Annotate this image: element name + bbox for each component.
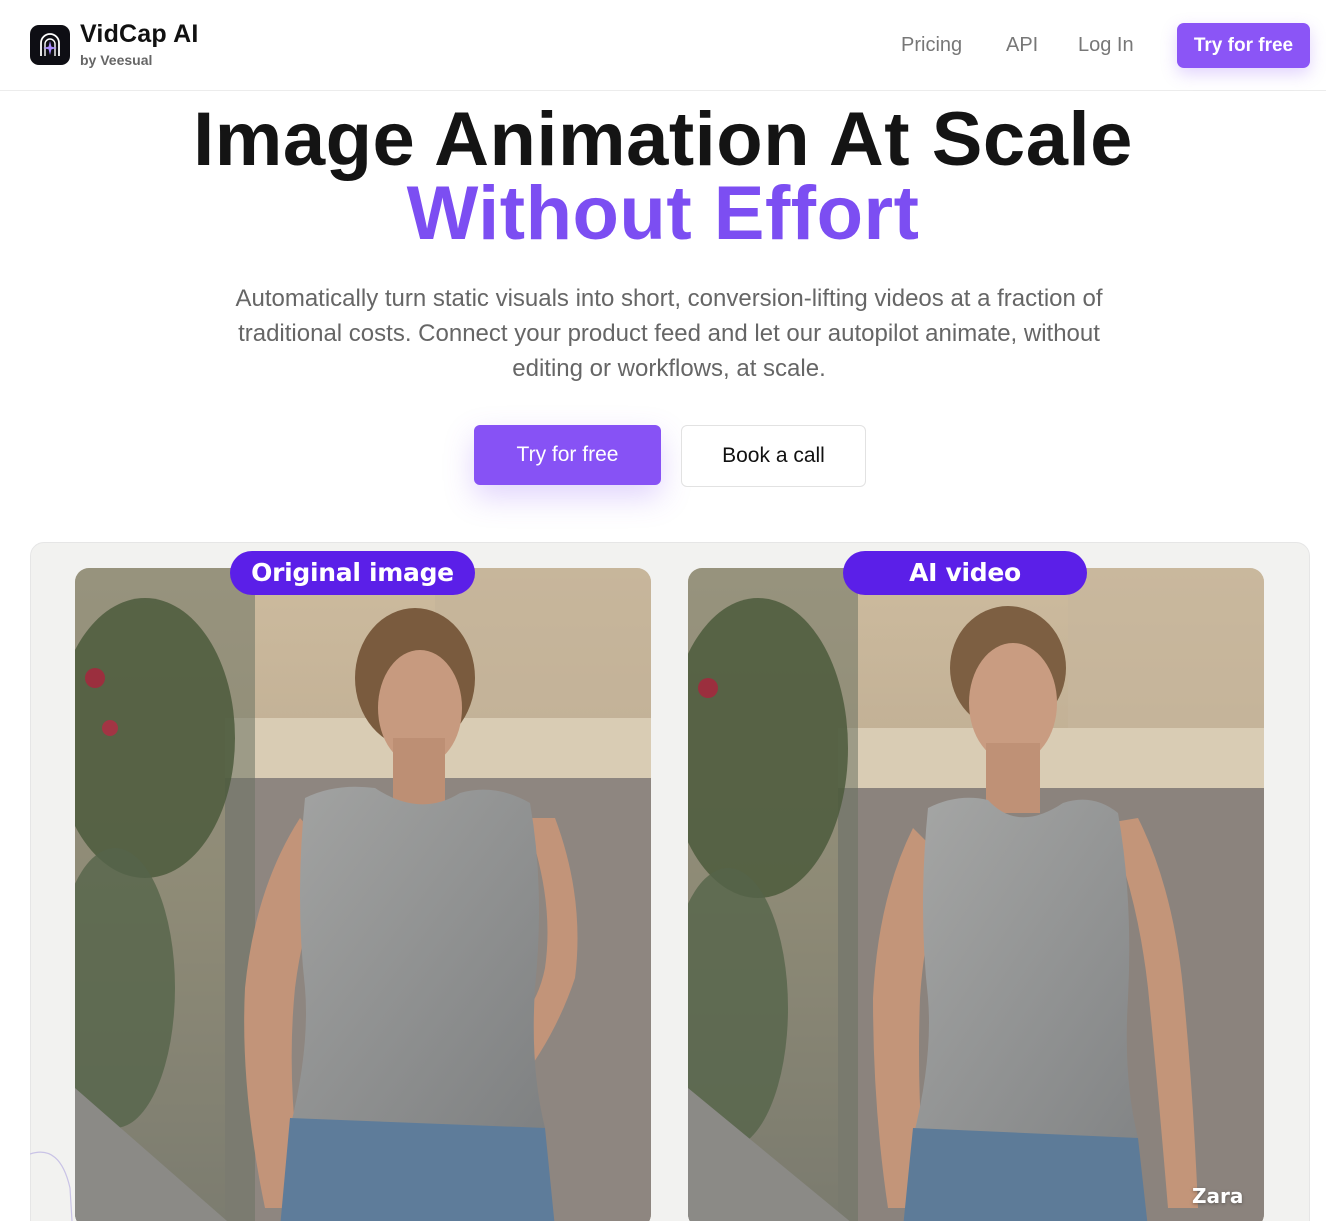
original-image [75,568,651,1221]
nav-login-link[interactable]: Log In [1078,34,1134,57]
nav-api-link[interactable]: API [1006,34,1038,57]
ai-video-label: AI video [843,551,1087,595]
hero-title-accent: Without Effort [406,171,920,256]
brand-name[interactable]: VidCap AI [80,20,199,49]
original-image-label: Original image [230,551,475,595]
hero-description: Automatically turn static visuals into s… [235,285,1103,382]
ai-video[interactable] [688,568,1264,1221]
book-call-button[interactable]: Book a call [681,425,866,487]
nav-pricing-link[interactable]: Pricing [901,34,962,57]
model-photo-original [75,568,651,1221]
brand-watermark: Zara [1192,1184,1244,1208]
top-navbar: VidCap AI by Veesual Pricing API Log In … [0,0,1326,91]
model-video-frame [688,568,1264,1221]
logo[interactable] [30,25,70,65]
page: VidCap AI by Veesual Pricing API Log In … [0,0,1326,1221]
header-try-free-button[interactable]: Try for free [1177,23,1310,68]
brand-subtitle: by Veesual [80,52,153,68]
try-free-button[interactable]: Try for free [474,425,661,485]
hero-title: Image Animation At Scale [193,97,1133,182]
arch-sparkle-icon [40,33,60,56]
decorative-arc [30,1151,73,1221]
